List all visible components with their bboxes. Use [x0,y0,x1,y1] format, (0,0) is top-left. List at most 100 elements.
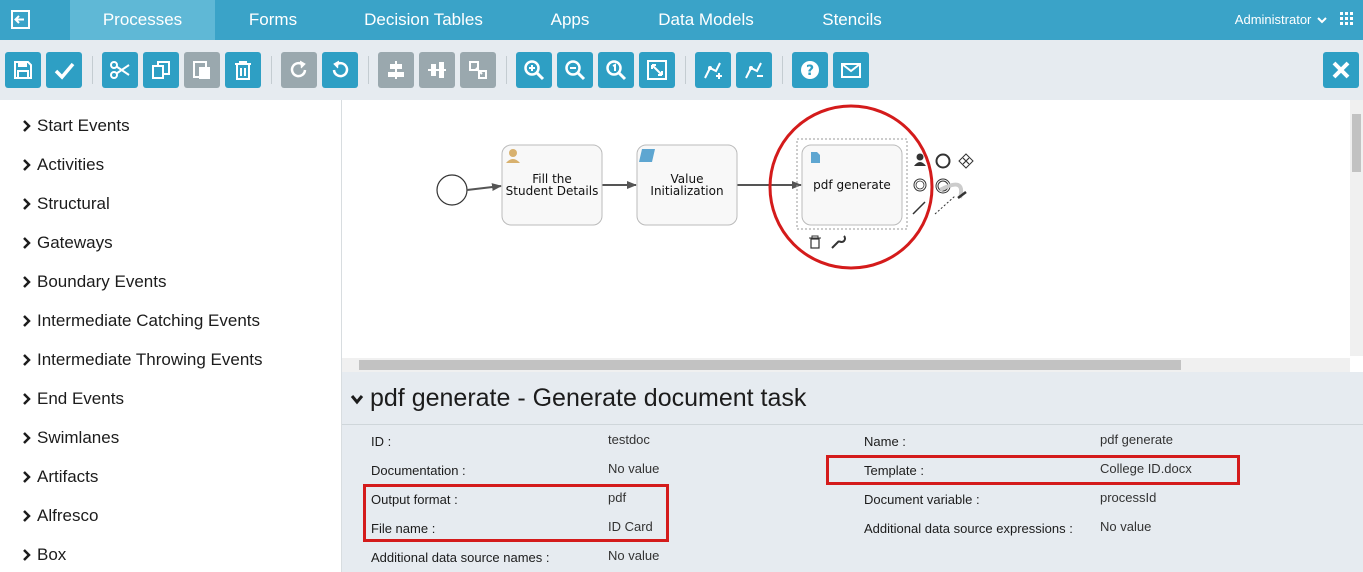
trash-icon[interactable] [809,235,821,249]
sequence-flow[interactable] [466,183,502,192]
copy-button[interactable] [143,52,179,88]
start-event[interactable] [436,174,468,206]
close-editor-button[interactable] [1323,52,1359,88]
zoom-in-button[interactable] [516,52,552,88]
property-label: Additional data source expressions : [864,521,1073,536]
save-button[interactable] [5,52,41,88]
user-menu[interactable]: Administrator [1235,12,1327,27]
trash-icon [235,61,251,80]
palette-group-label: Artifacts [37,467,99,486]
close-icon [1332,61,1350,79]
palette-group-label: Alfresco [37,506,99,525]
zoom-out-button[interactable] [557,52,593,88]
save-icon [14,61,32,79]
properties-header[interactable]: pdf generate - Generate document task [350,384,806,413]
align-horizontal-button[interactable] [378,52,414,88]
undo-button[interactable] [322,52,358,88]
process-canvas[interactable]: Fill the Student Details Value Initializ… [342,100,1363,358]
palette-group-swimlanes[interactable]: Swimlanes [22,427,119,449]
paste-icon [193,61,210,79]
editor-toolbar: ? [0,40,1363,100]
palette-group-intermediate-catching-events[interactable]: Intermediate Catching Events [22,310,260,332]
user-name: Administrator [1234,12,1312,27]
chevron-right-icon [23,315,31,327]
align-vertical-button[interactable] [419,52,455,88]
canvas-vertical-scrollbar[interactable] [1350,100,1363,356]
connector-shortcut-icon[interactable] [912,201,926,215]
end-event-shortcut-icon[interactable] [935,153,951,169]
property-value-id[interactable]: testdoc [608,432,650,447]
wrench-icon[interactable] [831,235,847,249]
feedback-button[interactable] [833,52,869,88]
help-button[interactable]: ? [792,52,828,88]
gateway-shortcut-icon[interactable] [958,153,974,169]
document-task[interactable]: pdf generate [801,144,903,226]
tab-apps[interactable]: Apps [535,0,605,40]
same-size-icon [469,61,487,79]
scrollbar-thumb[interactable] [359,360,1181,370]
divider [342,424,1363,425]
palette-group-label: Intermediate Throwing Events [37,350,263,369]
palette-group-artifacts[interactable]: Artifacts [22,466,98,488]
zoom-fit-button[interactable] [639,52,675,88]
chevron-right-icon [23,354,31,366]
paste-button[interactable] [184,52,220,88]
shape-palette: Start Events Activities Structural Gatew… [0,100,342,572]
tab-decision-tables[interactable]: Decision Tables [355,0,492,40]
tab-stencils[interactable]: Stencils [810,0,894,40]
palette-group-label: Gateways [37,233,113,252]
association-shortcut-icon[interactable] [934,195,956,215]
back-to-editor-icon[interactable] [8,8,34,32]
highlight-box [826,455,1240,485]
tab-data-models[interactable]: Data Models [645,0,767,40]
properties-title: pdf generate - Generate document task [370,384,807,412]
palette-group-gateways[interactable]: Gateways [22,232,113,254]
redo-button[interactable] [281,52,317,88]
chevron-down-icon [350,394,364,404]
script-task[interactable]: Value Initialization [636,144,738,226]
property-value-additional-data-source-names[interactable]: No value [608,548,659,563]
validate-button[interactable] [46,52,82,88]
palette-group-activities[interactable]: Activities [22,154,104,176]
delete-button[interactable] [225,52,261,88]
property-label: Name : [864,434,906,449]
palette-group-boundary-events[interactable]: Boundary Events [22,271,166,293]
palette-group-intermediate-throwing-events[interactable]: Intermediate Throwing Events [22,349,263,371]
zoom-in-icon [524,60,545,81]
palette-group-structural[interactable]: Structural [22,193,110,215]
same-size-button[interactable] [460,52,496,88]
property-value-additional-data-source-expressions[interactable]: No value [1100,519,1151,534]
palette-group-start-events[interactable]: Start Events [22,115,130,137]
palette-group-label: Structural [37,194,110,213]
property-value-documentation[interactable]: No value [608,461,659,476]
tab-processes[interactable]: Processes [70,0,215,47]
remove-bendpoint-button[interactable] [736,52,772,88]
intermediate-event-shortcut-icon[interactable] [913,178,927,192]
align-horizontal-icon [388,61,404,79]
property-label: Additional data source names : [371,550,550,565]
align-vertical-icon [428,62,446,78]
palette-group-label: Swimlanes [37,428,120,447]
palette-group-alfresco[interactable]: Alfresco [22,505,98,527]
palette-group-end-events[interactable]: End Events [22,388,124,410]
help-icon: ? [801,61,819,79]
top-navigation: Processes Forms Decision Tables Apps Dat… [0,0,1363,47]
tab-forms[interactable]: Forms [230,0,316,40]
toolbar-separator [92,56,93,84]
apps-grid-icon[interactable] [1340,12,1354,26]
canvas-horizontal-scrollbar[interactable] [342,358,1350,372]
add-bendpoint-button[interactable] [695,52,731,88]
scissors-icon [110,61,130,79]
user-task[interactable]: Fill the Student Details [501,144,603,226]
cut-button[interactable] [102,52,138,88]
palette-group-box[interactable]: Box [22,544,66,566]
scrollbar-thumb[interactable] [1352,114,1361,172]
zoom-out-icon [565,60,586,81]
property-label: ID : [371,434,392,449]
task-label-line: Initialization [650,184,723,198]
zoom-actual-button[interactable] [598,52,634,88]
task-label-line: Student Details [506,184,599,198]
property-value-document-variable[interactable]: processId [1100,490,1156,505]
property-value-name[interactable]: pdf generate [1100,432,1173,447]
zoom-fit-icon [647,60,667,80]
